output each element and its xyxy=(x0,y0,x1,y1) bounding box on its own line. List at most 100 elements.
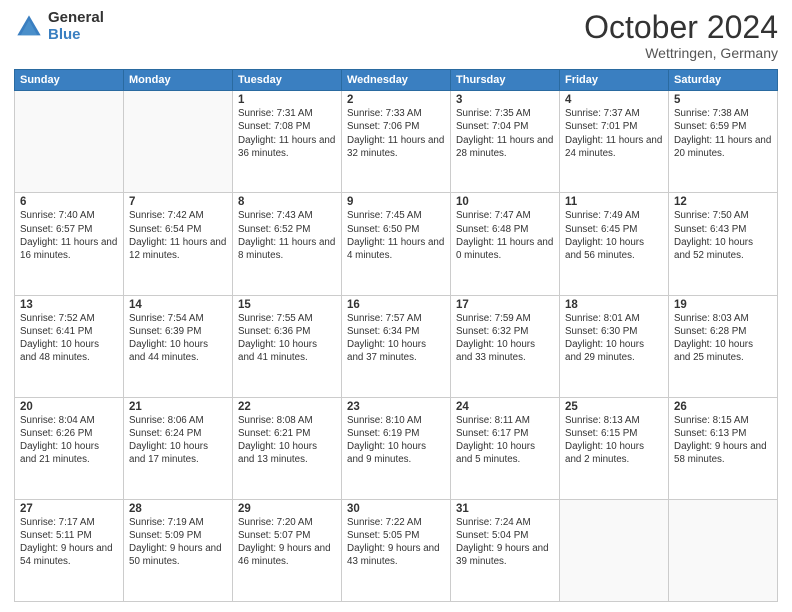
cell-details: Sunrise: 7:42 AM Sunset: 6:54 PM Dayligh… xyxy=(129,209,227,262)
day-number: 2 xyxy=(347,94,445,106)
calendar-cell: 12Sunrise: 7:50 AM Sunset: 6:43 PM Dayli… xyxy=(669,193,778,295)
calendar-cell: 14Sunrise: 7:54 AM Sunset: 6:39 PM Dayli… xyxy=(124,295,233,397)
calendar-cell: 24Sunrise: 8:11 AM Sunset: 6:17 PM Dayli… xyxy=(451,397,560,499)
cell-details: Sunrise: 8:13 AM Sunset: 6:15 PM Dayligh… xyxy=(565,414,663,467)
logo-blue-text: Blue xyxy=(48,27,104,44)
day-number: 25 xyxy=(565,401,663,413)
cell-details: Sunrise: 7:33 AM Sunset: 7:06 PM Dayligh… xyxy=(347,107,445,160)
calendar-cell: 30Sunrise: 7:22 AM Sunset: 5:05 PM Dayli… xyxy=(342,499,451,601)
logo-icon xyxy=(14,12,44,42)
cell-details: Sunrise: 8:04 AM Sunset: 6:26 PM Dayligh… xyxy=(20,414,118,467)
day-number: 17 xyxy=(456,299,554,311)
day-number: 3 xyxy=(456,94,554,106)
day-number: 1 xyxy=(238,94,336,106)
cell-details: Sunrise: 7:54 AM Sunset: 6:39 PM Dayligh… xyxy=(129,312,227,365)
day-number: 20 xyxy=(20,401,118,413)
calendar-table: SundayMondayTuesdayWednesdayThursdayFrid… xyxy=(14,69,778,602)
title-block: October 2024 Wettringen, Germany xyxy=(584,10,778,61)
calendar-cell: 22Sunrise: 8:08 AM Sunset: 6:21 PM Dayli… xyxy=(233,397,342,499)
month-title: October 2024 xyxy=(584,10,778,45)
cell-details: Sunrise: 7:43 AM Sunset: 6:52 PM Dayligh… xyxy=(238,209,336,262)
cell-details: Sunrise: 7:45 AM Sunset: 6:50 PM Dayligh… xyxy=(347,209,445,262)
calendar-cell: 29Sunrise: 7:20 AM Sunset: 5:07 PM Dayli… xyxy=(233,499,342,601)
calendar-cell: 10Sunrise: 7:47 AM Sunset: 6:48 PM Dayli… xyxy=(451,193,560,295)
calendar-cell: 27Sunrise: 7:17 AM Sunset: 5:11 PM Dayli… xyxy=(15,499,124,601)
weekday-header-thursday: Thursday xyxy=(451,70,560,91)
cell-details: Sunrise: 8:08 AM Sunset: 6:21 PM Dayligh… xyxy=(238,414,336,467)
day-number: 26 xyxy=(674,401,772,413)
day-number: 12 xyxy=(674,196,772,208)
cell-details: Sunrise: 7:31 AM Sunset: 7:08 PM Dayligh… xyxy=(238,107,336,160)
cell-details: Sunrise: 7:37 AM Sunset: 7:01 PM Dayligh… xyxy=(565,107,663,160)
cell-details: Sunrise: 8:01 AM Sunset: 6:30 PM Dayligh… xyxy=(565,312,663,365)
header: General Blue October 2024 Wettringen, Ge… xyxy=(14,10,778,61)
calendar-cell: 3Sunrise: 7:35 AM Sunset: 7:04 PM Daylig… xyxy=(451,91,560,193)
day-number: 8 xyxy=(238,196,336,208)
logo: General Blue xyxy=(14,10,104,43)
calendar-cell xyxy=(15,91,124,193)
calendar-cell: 5Sunrise: 7:38 AM Sunset: 6:59 PM Daylig… xyxy=(669,91,778,193)
day-number: 4 xyxy=(565,94,663,106)
location: Wettringen, Germany xyxy=(584,45,778,61)
calendar-cell: 11Sunrise: 7:49 AM Sunset: 6:45 PM Dayli… xyxy=(560,193,669,295)
cell-details: Sunrise: 7:49 AM Sunset: 6:45 PM Dayligh… xyxy=(565,209,663,262)
calendar-cell: 15Sunrise: 7:55 AM Sunset: 6:36 PM Dayli… xyxy=(233,295,342,397)
cell-details: Sunrise: 7:47 AM Sunset: 6:48 PM Dayligh… xyxy=(456,209,554,262)
calendar-cell: 13Sunrise: 7:52 AM Sunset: 6:41 PM Dayli… xyxy=(15,295,124,397)
calendar-cell: 23Sunrise: 8:10 AM Sunset: 6:19 PM Dayli… xyxy=(342,397,451,499)
day-number: 30 xyxy=(347,503,445,515)
cell-details: Sunrise: 8:11 AM Sunset: 6:17 PM Dayligh… xyxy=(456,414,554,467)
weekday-header-saturday: Saturday xyxy=(669,70,778,91)
day-number: 29 xyxy=(238,503,336,515)
day-number: 5 xyxy=(674,94,772,106)
day-number: 31 xyxy=(456,503,554,515)
calendar-cell: 25Sunrise: 8:13 AM Sunset: 6:15 PM Dayli… xyxy=(560,397,669,499)
cell-details: Sunrise: 8:10 AM Sunset: 6:19 PM Dayligh… xyxy=(347,414,445,467)
calendar-cell xyxy=(124,91,233,193)
day-number: 9 xyxy=(347,196,445,208)
weekday-header-tuesday: Tuesday xyxy=(233,70,342,91)
logo-general-text: General xyxy=(48,10,104,27)
cell-details: Sunrise: 7:17 AM Sunset: 5:11 PM Dayligh… xyxy=(20,516,118,569)
cell-details: Sunrise: 7:35 AM Sunset: 7:04 PM Dayligh… xyxy=(456,107,554,160)
cell-details: Sunrise: 7:19 AM Sunset: 5:09 PM Dayligh… xyxy=(129,516,227,569)
calendar-cell: 1Sunrise: 7:31 AM Sunset: 7:08 PM Daylig… xyxy=(233,91,342,193)
calendar-cell: 28Sunrise: 7:19 AM Sunset: 5:09 PM Dayli… xyxy=(124,499,233,601)
day-number: 21 xyxy=(129,401,227,413)
cell-details: Sunrise: 7:55 AM Sunset: 6:36 PM Dayligh… xyxy=(238,312,336,365)
calendar-cell: 31Sunrise: 7:24 AM Sunset: 5:04 PM Dayli… xyxy=(451,499,560,601)
cell-details: Sunrise: 7:24 AM Sunset: 5:04 PM Dayligh… xyxy=(456,516,554,569)
weekday-header-friday: Friday xyxy=(560,70,669,91)
cell-details: Sunrise: 7:50 AM Sunset: 6:43 PM Dayligh… xyxy=(674,209,772,262)
calendar-cell: 9Sunrise: 7:45 AM Sunset: 6:50 PM Daylig… xyxy=(342,193,451,295)
cell-details: Sunrise: 7:52 AM Sunset: 6:41 PM Dayligh… xyxy=(20,312,118,365)
weekday-header-wednesday: Wednesday xyxy=(342,70,451,91)
day-number: 11 xyxy=(565,196,663,208)
day-number: 13 xyxy=(20,299,118,311)
calendar-cell xyxy=(669,499,778,601)
cell-details: Sunrise: 7:22 AM Sunset: 5:05 PM Dayligh… xyxy=(347,516,445,569)
weekday-header-sunday: Sunday xyxy=(15,70,124,91)
day-number: 16 xyxy=(347,299,445,311)
cell-details: Sunrise: 8:15 AM Sunset: 6:13 PM Dayligh… xyxy=(674,414,772,467)
cell-details: Sunrise: 8:06 AM Sunset: 6:24 PM Dayligh… xyxy=(129,414,227,467)
day-number: 15 xyxy=(238,299,336,311)
calendar-cell: 18Sunrise: 8:01 AM Sunset: 6:30 PM Dayli… xyxy=(560,295,669,397)
calendar-cell: 17Sunrise: 7:59 AM Sunset: 6:32 PM Dayli… xyxy=(451,295,560,397)
day-number: 27 xyxy=(20,503,118,515)
weekday-header-monday: Monday xyxy=(124,70,233,91)
day-number: 23 xyxy=(347,401,445,413)
day-number: 19 xyxy=(674,299,772,311)
calendar-cell xyxy=(560,499,669,601)
cell-details: Sunrise: 7:20 AM Sunset: 5:07 PM Dayligh… xyxy=(238,516,336,569)
calendar-cell: 16Sunrise: 7:57 AM Sunset: 6:34 PM Dayli… xyxy=(342,295,451,397)
calendar-cell: 6Sunrise: 7:40 AM Sunset: 6:57 PM Daylig… xyxy=(15,193,124,295)
cell-details: Sunrise: 8:03 AM Sunset: 6:28 PM Dayligh… xyxy=(674,312,772,365)
calendar-cell: 26Sunrise: 8:15 AM Sunset: 6:13 PM Dayli… xyxy=(669,397,778,499)
cell-details: Sunrise: 7:59 AM Sunset: 6:32 PM Dayligh… xyxy=(456,312,554,365)
calendar-cell: 8Sunrise: 7:43 AM Sunset: 6:52 PM Daylig… xyxy=(233,193,342,295)
day-number: 22 xyxy=(238,401,336,413)
day-number: 24 xyxy=(456,401,554,413)
calendar-cell: 21Sunrise: 8:06 AM Sunset: 6:24 PM Dayli… xyxy=(124,397,233,499)
day-number: 14 xyxy=(129,299,227,311)
